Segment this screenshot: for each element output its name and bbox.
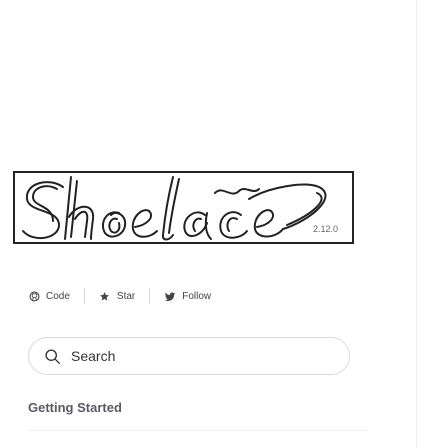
twitter-icon	[164, 290, 176, 302]
search-input[interactable]: Search	[28, 337, 350, 375]
star-icon	[99, 290, 111, 302]
star-label: Star	[116, 290, 136, 302]
version-label: 2.12.0	[312, 224, 338, 234]
social-links: Code Star Follow	[28, 288, 225, 304]
star-button[interactable]: Star	[85, 288, 149, 304]
code-button[interactable]: Code	[28, 288, 84, 304]
search-placeholder: Search	[71, 348, 116, 364]
logo-link[interactable]: 2.12.0	[13, 171, 354, 244]
follow-label: Follow	[182, 290, 212, 302]
sidebar-divider	[416, 0, 417, 448]
github-icon	[28, 290, 40, 302]
section-divider	[28, 430, 368, 431]
nav-section-getting-started: Getting Started	[28, 400, 122, 415]
code-label: Code	[46, 290, 70, 302]
search-icon	[43, 347, 61, 365]
follow-button[interactable]: Follow	[150, 288, 225, 304]
docs-sidebar: 2.12.0 Code Star Follow Search Getting S…	[0, 0, 448, 448]
shoelace-logo	[22, 176, 327, 241]
